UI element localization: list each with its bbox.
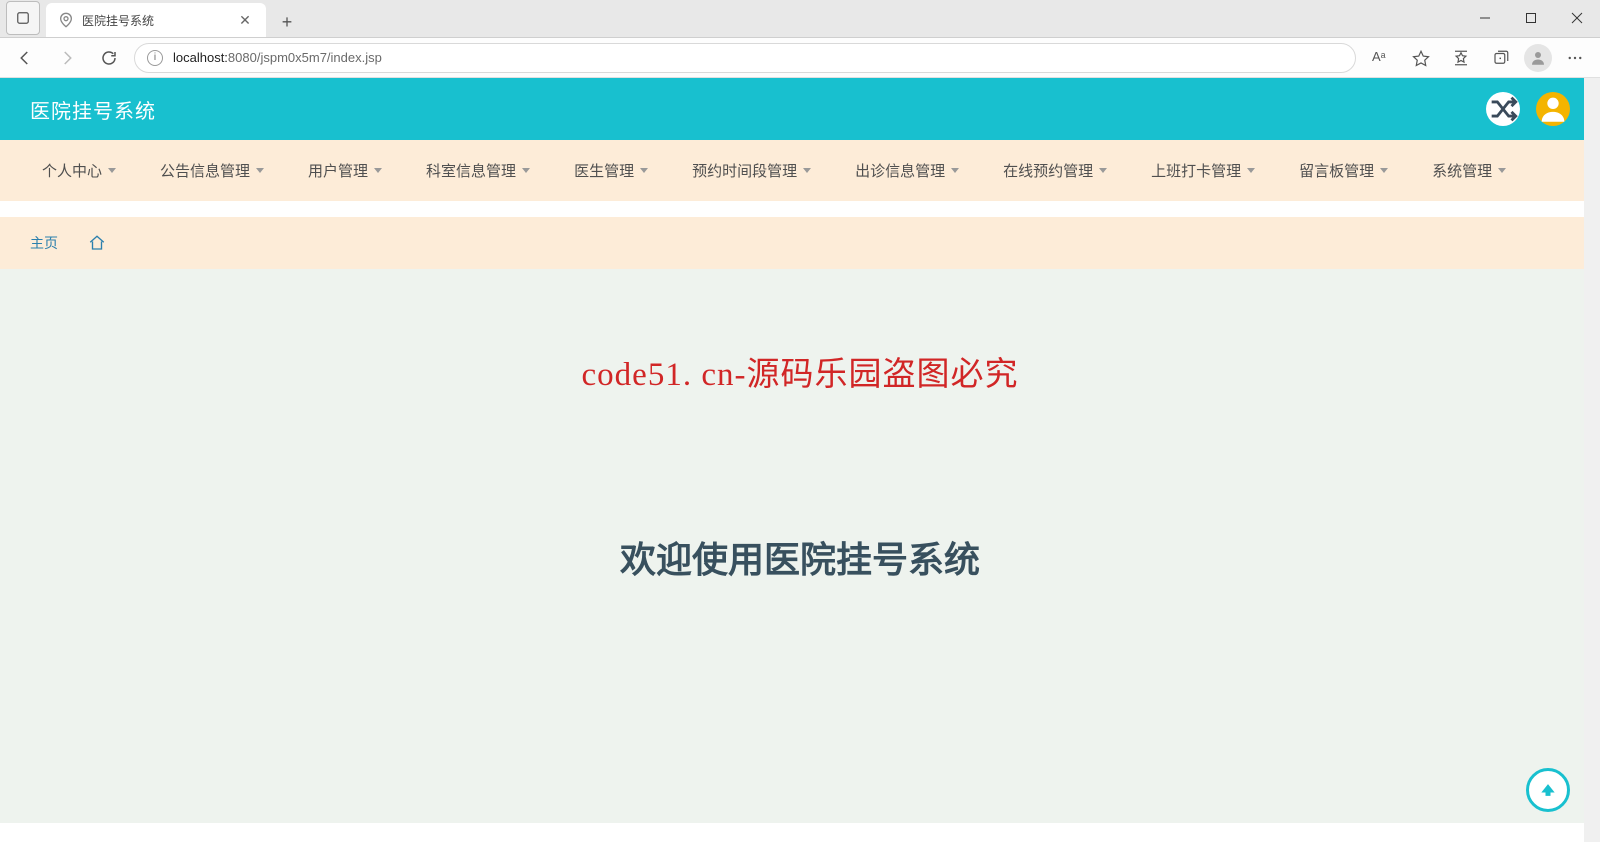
back-button[interactable]: [8, 41, 42, 75]
shuffle-button[interactable]: [1486, 92, 1520, 126]
nav-department-mgmt[interactable]: 科室信息管理: [404, 148, 552, 193]
browser-tab[interactable]: 医院挂号系统 ✕: [46, 3, 266, 37]
app-title: 医院挂号系统: [30, 95, 156, 124]
chevron-down-icon: [256, 168, 264, 173]
window-maximize-button[interactable]: [1508, 0, 1554, 37]
close-tab-button[interactable]: ✕: [236, 11, 254, 29]
chevron-down-icon: [1380, 168, 1388, 173]
user-button[interactable]: [1536, 92, 1570, 126]
chevron-down-icon: [1099, 168, 1107, 173]
url-text: localhost:8080/jspm0x5m7/index.jsp: [173, 50, 382, 65]
nav-attendance-mgmt[interactable]: 上班打卡管理: [1129, 148, 1277, 193]
watermark-text: code51. cn-源码乐园盗图必究: [582, 347, 1019, 395]
chevron-down-icon: [1498, 168, 1506, 173]
app-header: 医院挂号系统: [0, 78, 1600, 140]
chevron-down-icon: [640, 168, 648, 173]
home-icon[interactable]: [88, 234, 106, 252]
nav-outpatient-mgmt[interactable]: 出诊信息管理: [833, 148, 981, 193]
url-input[interactable]: i localhost:8080/jspm0x5m7/index.jsp: [134, 43, 1356, 73]
window-close-button[interactable]: [1554, 0, 1600, 37]
tab-title: 医院挂号系统: [82, 12, 154, 29]
nav-menu: 个人中心 公告信息管理 用户管理 科室信息管理 医生管理 预约时间段管理 出诊信…: [0, 140, 1600, 201]
chevron-down-icon: [374, 168, 382, 173]
nav-user-mgmt[interactable]: 用户管理: [286, 148, 404, 193]
chevron-down-icon: [951, 168, 959, 173]
nav-message-board-mgmt[interactable]: 留言板管理: [1277, 148, 1410, 193]
forward-button[interactable]: [50, 41, 84, 75]
star-icon[interactable]: [1404, 41, 1438, 75]
new-tab-button[interactable]: +: [272, 7, 302, 37]
browser-tab-bar: 医院挂号系统 ✕ +: [0, 0, 1600, 38]
nav-system-mgmt[interactable]: 系统管理: [1410, 148, 1528, 193]
breadcrumb: 主页: [0, 217, 1600, 269]
chevron-down-icon: [108, 168, 116, 173]
app-body: code51. cn-源码乐园盗图必究 欢迎使用医院挂号系统: [0, 269, 1600, 823]
breadcrumb-home-link[interactable]: 主页: [30, 233, 58, 253]
welcome-heading: 欢迎使用医院挂号系统: [620, 531, 980, 583]
favorites-button[interactable]: [1444, 41, 1478, 75]
window-minimize-button[interactable]: [1462, 0, 1508, 37]
profile-button[interactable]: [1524, 44, 1552, 72]
refresh-button[interactable]: [92, 41, 126, 75]
nav-online-appointment-mgmt[interactable]: 在线预约管理: [981, 148, 1129, 193]
collections-button[interactable]: [1484, 41, 1518, 75]
chevron-down-icon: [522, 168, 530, 173]
text-size-button[interactable]: Aᵃ: [1364, 41, 1398, 75]
chevron-down-icon: [803, 168, 811, 173]
nav-doctor-mgmt[interactable]: 医生管理: [552, 148, 670, 193]
vertical-scrollbar[interactable]: [1584, 78, 1600, 842]
chevron-down-icon: [1247, 168, 1255, 173]
browser-address-bar: i localhost:8080/jspm0x5m7/index.jsp Aᵃ: [0, 38, 1600, 78]
site-info-icon[interactable]: i: [147, 50, 163, 66]
tab-actions-button[interactable]: [6, 1, 40, 35]
tab-favicon-icon: [58, 12, 74, 28]
more-button[interactable]: [1558, 41, 1592, 75]
nav-appointment-time-mgmt[interactable]: 预约时间段管理: [670, 148, 833, 193]
scroll-top-button[interactable]: [1526, 768, 1570, 812]
nav-announcement-mgmt[interactable]: 公告信息管理: [138, 148, 286, 193]
nav-personal-center[interactable]: 个人中心: [20, 148, 138, 193]
